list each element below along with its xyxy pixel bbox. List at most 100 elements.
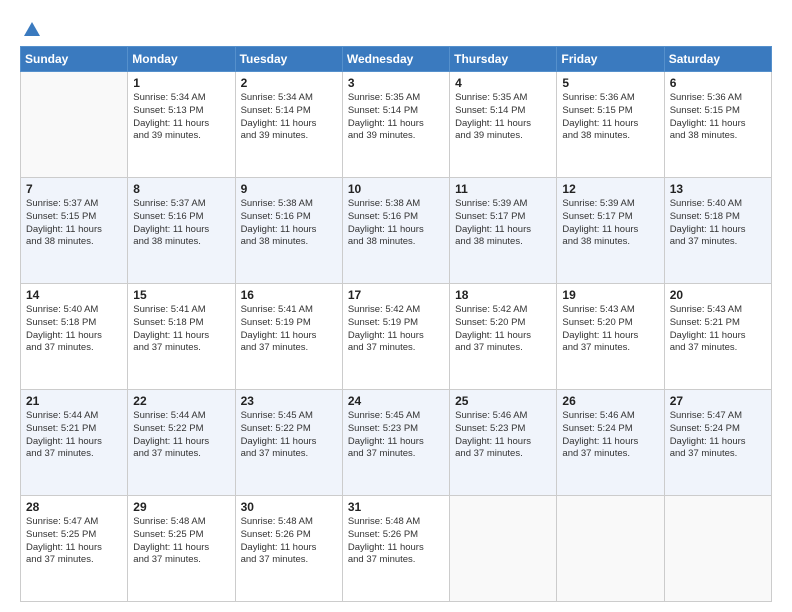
day-number: 8 bbox=[133, 182, 229, 196]
calendar-cell: 24 Sunrise: 5:45 AMSunset: 5:23 PMDayligh… bbox=[342, 390, 449, 496]
cell-info: Sunrise: 5:40 AMSunset: 5:18 PMDaylight:… bbox=[26, 304, 122, 355]
calendar-cell: 2 Sunrise: 5:34 AMSunset: 5:14 PMDaylight… bbox=[235, 72, 342, 178]
header bbox=[20, 20, 772, 36]
weekday-header-thursday: Thursday bbox=[450, 47, 557, 72]
cell-info: Sunrise: 5:48 AMSunset: 5:25 PMDaylight:… bbox=[133, 516, 229, 567]
cell-info: Sunrise: 5:38 AMSunset: 5:16 PMDaylight:… bbox=[348, 198, 444, 249]
day-number: 21 bbox=[26, 394, 122, 408]
weekday-header-row: SundayMondayTuesdayWednesdayThursdayFrid… bbox=[21, 47, 772, 72]
calendar-cell: 17 Sunrise: 5:42 AMSunset: 5:19 PMDayligh… bbox=[342, 284, 449, 390]
calendar-cell: 20 Sunrise: 5:43 AMSunset: 5:21 PMDayligh… bbox=[664, 284, 771, 390]
calendar-cell: 7 Sunrise: 5:37 AMSunset: 5:15 PMDaylight… bbox=[21, 178, 128, 284]
day-number: 6 bbox=[670, 76, 766, 90]
calendar-cell bbox=[557, 496, 664, 602]
cell-info: Sunrise: 5:41 AMSunset: 5:18 PMDaylight:… bbox=[133, 304, 229, 355]
calendar-cell: 10 Sunrise: 5:38 AMSunset: 5:16 PMDayligh… bbox=[342, 178, 449, 284]
cell-info: Sunrise: 5:48 AMSunset: 5:26 PMDaylight:… bbox=[241, 516, 337, 567]
cell-info: Sunrise: 5:47 AMSunset: 5:24 PMDaylight:… bbox=[670, 410, 766, 461]
logo-icon bbox=[22, 20, 42, 40]
calendar-cell: 26Sunrise: 5:46 AMSunset: 5:24 PMDayligh… bbox=[557, 390, 664, 496]
cell-info: Sunrise: 5:34 AMSunset: 5:13 PMDaylight:… bbox=[133, 92, 229, 143]
day-number: 28 bbox=[26, 500, 122, 514]
cell-info: Sunrise: 5:35 AMSunset: 5:14 PMDaylight:… bbox=[455, 92, 551, 143]
day-number: 11 bbox=[455, 182, 551, 196]
day-number: 20 bbox=[670, 288, 766, 302]
calendar-cell: 27 Sunrise: 5:47 AMSunset: 5:24 PMDayligh… bbox=[664, 390, 771, 496]
calendar-cell: 25 Sunrise: 5:46 AMSunset: 5:23 PMDayligh… bbox=[450, 390, 557, 496]
cell-info: Sunrise: 5:39 AMSunset: 5:17 PMDaylight:… bbox=[455, 198, 551, 249]
day-number: 12 bbox=[562, 182, 658, 196]
day-number: 10 bbox=[348, 182, 444, 196]
cell-info: Sunrise: 5:43 AMSunset: 5:21 PMDaylight:… bbox=[670, 304, 766, 355]
weekday-header-sunday: Sunday bbox=[21, 47, 128, 72]
weekday-header-monday: Monday bbox=[128, 47, 235, 72]
day-number: 3 bbox=[348, 76, 444, 90]
cell-info: Sunrise: 5:44 AMSunset: 5:21 PMDaylight:… bbox=[26, 410, 122, 461]
cell-info: Sunrise: 5:37 AMSunset: 5:16 PMDaylight:… bbox=[133, 198, 229, 249]
calendar-cell bbox=[664, 496, 771, 602]
day-number: 27 bbox=[670, 394, 766, 408]
calendar-cell: 3 Sunrise: 5:35 AMSunset: 5:14 PMDaylight… bbox=[342, 72, 449, 178]
cell-info: Sunrise: 5:42 AMSunset: 5:20 PMDaylight:… bbox=[455, 304, 551, 355]
page: SundayMondayTuesdayWednesdayThursdayFrid… bbox=[0, 0, 792, 612]
calendar-cell: 13 Sunrise: 5:40 AMSunset: 5:18 PMDayligh… bbox=[664, 178, 771, 284]
calendar-cell: 5 Sunrise: 5:36 AMSunset: 5:15 PMDaylight… bbox=[557, 72, 664, 178]
cell-info: Sunrise: 5:40 AMSunset: 5:18 PMDaylight:… bbox=[670, 198, 766, 249]
day-number: 4 bbox=[455, 76, 551, 90]
calendar-row: 7 Sunrise: 5:37 AMSunset: 5:15 PMDaylight… bbox=[21, 178, 772, 284]
day-number: 7 bbox=[26, 182, 122, 196]
calendar-cell: 12 Sunrise: 5:39 AMSunset: 5:17 PMDayligh… bbox=[557, 178, 664, 284]
cell-info: Sunrise: 5:36 AMSunset: 5:15 PMDaylight:… bbox=[562, 92, 658, 143]
weekday-header-wednesday: Wednesday bbox=[342, 47, 449, 72]
day-number: 14 bbox=[26, 288, 122, 302]
day-number: 1 bbox=[133, 76, 229, 90]
day-number: 13 bbox=[670, 182, 766, 196]
calendar-cell: 1 Sunrise: 5:34 AMSunset: 5:13 PMDaylight… bbox=[128, 72, 235, 178]
day-number: 18 bbox=[455, 288, 551, 302]
cell-info: Sunrise: 5:43 AMSunset: 5:20 PMDaylight:… bbox=[562, 304, 658, 355]
calendar-cell: 22 Sunrise: 5:44 AMSunset: 5:22 PMDayligh… bbox=[128, 390, 235, 496]
calendar-cell: 21 Sunrise: 5:44 AMSunset: 5:21 PMDayligh… bbox=[21, 390, 128, 496]
day-number: 29 bbox=[133, 500, 229, 514]
cell-info: Sunrise: 5:38 AMSunset: 5:16 PMDaylight:… bbox=[241, 198, 337, 249]
day-number: 25 bbox=[455, 394, 551, 408]
calendar-row: 21 Sunrise: 5:44 AMSunset: 5:21 PMDayligh… bbox=[21, 390, 772, 496]
calendar-row: 14 Sunrise: 5:40 AMSunset: 5:18 PMDayligh… bbox=[21, 284, 772, 390]
calendar-table: SundayMondayTuesdayWednesdayThursdayFrid… bbox=[20, 46, 772, 602]
calendar-cell: 15 Sunrise: 5:41 AMSunset: 5:18 PMDayligh… bbox=[128, 284, 235, 390]
calendar-cell: 8 Sunrise: 5:37 AMSunset: 5:16 PMDaylight… bbox=[128, 178, 235, 284]
calendar-cell bbox=[450, 496, 557, 602]
cell-info: Sunrise: 5:45 AMSunset: 5:23 PMDaylight:… bbox=[348, 410, 444, 461]
day-number: 15 bbox=[133, 288, 229, 302]
day-number: 22 bbox=[133, 394, 229, 408]
calendar-cell: 14 Sunrise: 5:40 AMSunset: 5:18 PMDayligh… bbox=[21, 284, 128, 390]
cell-info: Sunrise: 5:37 AMSunset: 5:15 PMDaylight:… bbox=[26, 198, 122, 249]
cell-info: Sunrise: 5:46 AMSunset: 5:23 PMDaylight:… bbox=[455, 410, 551, 461]
calendar-cell: 18 Sunrise: 5:42 AMSunset: 5:20 PMDayligh… bbox=[450, 284, 557, 390]
cell-info: Sunrise: 5:34 AMSunset: 5:14 PMDaylight:… bbox=[241, 92, 337, 143]
cell-info: Sunrise: 5:36 AMSunset: 5:15 PMDaylight:… bbox=[670, 92, 766, 143]
calendar-row: 28 Sunrise: 5:47 AMSunset: 5:25 PMDayligh… bbox=[21, 496, 772, 602]
calendar-cell: 30Sunrise: 5:48 AMSunset: 5:26 PMDayligh… bbox=[235, 496, 342, 602]
day-number: 17 bbox=[348, 288, 444, 302]
weekday-header-tuesday: Tuesday bbox=[235, 47, 342, 72]
cell-info: Sunrise: 5:39 AMSunset: 5:17 PMDaylight:… bbox=[562, 198, 658, 249]
cell-info: Sunrise: 5:35 AMSunset: 5:14 PMDaylight:… bbox=[348, 92, 444, 143]
calendar-cell: 31 Sunrise: 5:48 AMSunset: 5:26 PMDayligh… bbox=[342, 496, 449, 602]
cell-info: Sunrise: 5:44 AMSunset: 5:22 PMDaylight:… bbox=[133, 410, 229, 461]
calendar-cell: 11 Sunrise: 5:39 AMSunset: 5:17 PMDayligh… bbox=[450, 178, 557, 284]
day-number: 9 bbox=[241, 182, 337, 196]
cell-info: Sunrise: 5:42 AMSunset: 5:19 PMDaylight:… bbox=[348, 304, 444, 355]
day-number: 31 bbox=[348, 500, 444, 514]
day-number: 23 bbox=[241, 394, 337, 408]
day-number: 5 bbox=[562, 76, 658, 90]
calendar-cell: 23Sunrise: 5:45 AMSunset: 5:22 PMDayligh… bbox=[235, 390, 342, 496]
cell-info: Sunrise: 5:48 AMSunset: 5:26 PMDaylight:… bbox=[348, 516, 444, 567]
day-number: 24 bbox=[348, 394, 444, 408]
cell-info: Sunrise: 5:47 AMSunset: 5:25 PMDaylight:… bbox=[26, 516, 122, 567]
calendar-cell: 19Sunrise: 5:43 AMSunset: 5:20 PMDayligh… bbox=[557, 284, 664, 390]
calendar-row: 1 Sunrise: 5:34 AMSunset: 5:13 PMDaylight… bbox=[21, 72, 772, 178]
weekday-header-friday: Friday bbox=[557, 47, 664, 72]
calendar-cell: 28 Sunrise: 5:47 AMSunset: 5:25 PMDayligh… bbox=[21, 496, 128, 602]
day-number: 2 bbox=[241, 76, 337, 90]
